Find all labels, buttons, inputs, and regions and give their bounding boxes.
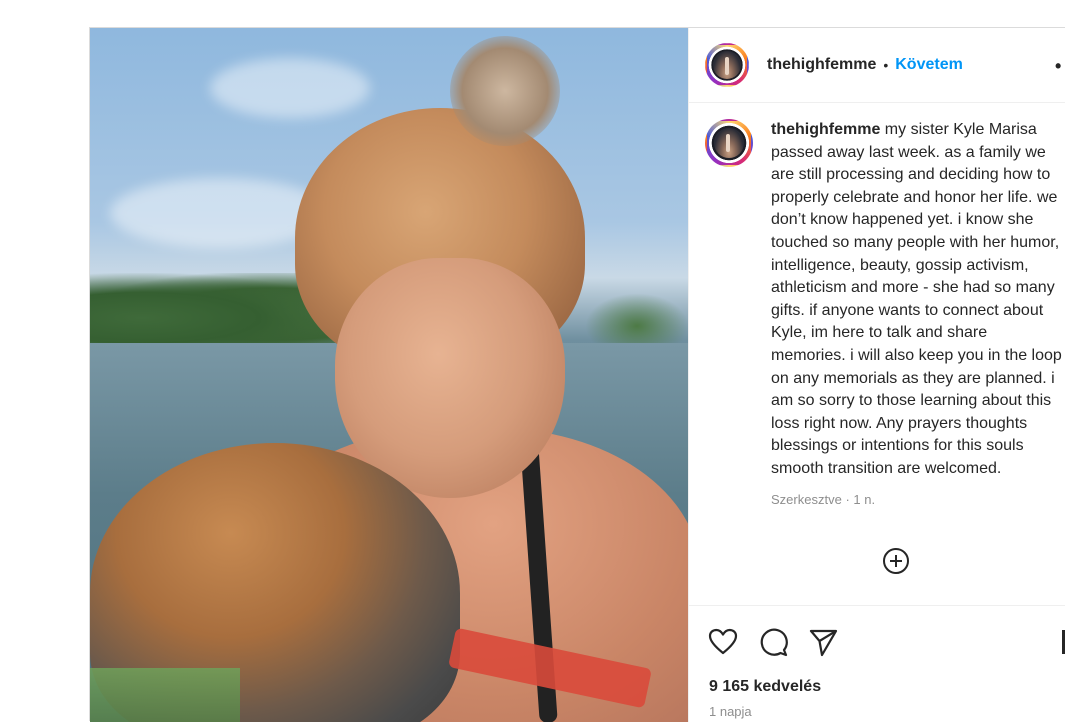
more-options-icon[interactable]: • [1055, 56, 1065, 77]
face [335, 258, 565, 498]
caption-username[interactable]: thehighfemme [771, 121, 880, 138]
action-bar [689, 626, 1065, 666]
caption-meta: Szerkesztve · 1 n. [771, 489, 1065, 512]
cloud-shape [210, 58, 370, 118]
post-photo[interactable] [90, 28, 688, 722]
caption-body: my sister Kyle Marisa passed away last w… [771, 121, 1062, 477]
comment-icon[interactable] [757, 626, 789, 658]
caption-avatar[interactable] [705, 119, 753, 167]
plus-circle-icon[interactable] [882, 547, 910, 575]
caption: thehighfemme my sister Kyle Marisa passe… [771, 119, 1065, 511]
follow-button[interactable]: Követem [895, 56, 963, 74]
header-separator: • [883, 57, 889, 73]
post-date[interactable]: 1 napja [709, 704, 752, 719]
avatar-image [713, 51, 741, 79]
like-count[interactable]: 9 165 kedvelés [709, 678, 821, 696]
header-username[interactable]: thehighfemme [767, 56, 876, 74]
caption-age[interactable]: 1 n. [853, 492, 875, 507]
caption-row: thehighfemme my sister Kyle Marisa passe… [705, 119, 1065, 511]
profile-avatar[interactable] [705, 43, 749, 87]
comments-area: thehighfemme my sister Kyle Marisa passe… [689, 103, 1065, 606]
paddle-board [90, 668, 240, 722]
post-sidebar: thehighfemme • Követem • thehighfemme my… [688, 28, 1065, 722]
send-icon[interactable] [807, 626, 839, 658]
meta-separator: · [845, 491, 850, 507]
edited-label: Szerkesztve [771, 491, 842, 507]
treeline [585, 293, 688, 348]
post-header: thehighfemme • Követem • [689, 28, 1065, 103]
avatar-image [714, 128, 744, 158]
heart-icon[interactable] [707, 626, 739, 658]
ponytail [450, 36, 560, 146]
post-card: thehighfemme • Követem • thehighfemme my… [89, 27, 1065, 722]
